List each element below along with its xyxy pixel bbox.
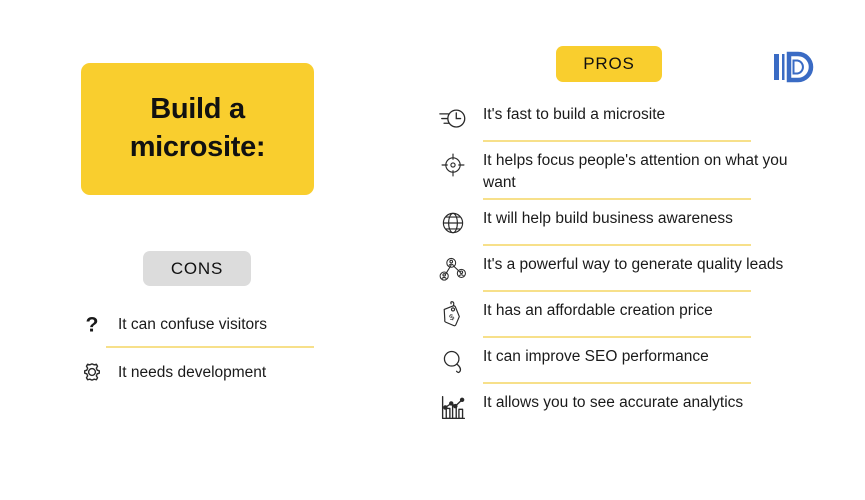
list-item: It's a powerful way to generate quality … (437, 251, 797, 285)
cons-list: ? It can confuse visitors It needs devel… (78, 310, 340, 392)
fast-clock-icon (437, 103, 469, 135)
page-title: Build a microsite: (129, 93, 266, 163)
pros-badge: PROS (556, 46, 662, 82)
list-item: It will help build business awareness (437, 205, 797, 239)
list-item-label: It's fast to build a microsite (483, 106, 666, 123)
target-crosshair-icon (437, 149, 469, 181)
people-network-icon (437, 253, 469, 285)
list-item-label: It has an affordable creation price (483, 302, 713, 320)
list-item-label: It allows you to see accurate analytics (483, 394, 744, 412)
pros-badge-label: PROS (583, 54, 635, 73)
bar-chart-icon (437, 391, 469, 423)
left-column: Build a microsite: CONS ? It can confuse… (0, 0, 400, 500)
list-item-label: It's a powerful way to generate quality … (483, 256, 784, 274)
list-item: ? It can confuse visitors (78, 310, 340, 344)
gear-icon (78, 358, 106, 386)
price-tag-icon: $ (437, 299, 469, 331)
list-divider (483, 244, 751, 247)
list-divider (483, 336, 751, 339)
list-divider (483, 290, 751, 293)
list-item: It can improve SEO performance (437, 343, 797, 377)
list-divider (106, 346, 314, 348)
list-item-label: It needs development (118, 364, 267, 381)
right-column: PROS It's fast to build a microsite It h… (425, 0, 865, 500)
pros-list: It's fast to build a microsite It helps … (437, 101, 797, 423)
cons-badge-label: CONS (170, 258, 224, 278)
list-item: It allows you to see accurate analytics (437, 389, 797, 423)
magnifier-icon (437, 345, 469, 377)
question-mark-icon: ? (78, 310, 106, 338)
list-item-label: It can confuse visitors (118, 316, 268, 333)
list-item: It helps focus people's attention on wha… (437, 147, 797, 193)
list-item: It's fast to build a microsite (437, 101, 797, 135)
cons-badge: CONS (143, 251, 251, 286)
list-item: $ It has an affordable creation price (437, 297, 797, 331)
list-item-label: It will help build business awareness (483, 210, 733, 228)
list-item-label: It can improve SEO performance (483, 348, 709, 366)
svg-text:?: ? (86, 313, 99, 336)
list-divider (483, 140, 751, 142)
list-divider (483, 198, 751, 201)
list-item: It needs development (78, 358, 340, 392)
title-card: Build a microsite: (81, 63, 314, 195)
list-divider (483, 382, 751, 385)
svg-text:$: $ (447, 312, 455, 322)
globe-icon (437, 207, 469, 239)
list-item-label: It helps focus people's attention on wha… (483, 152, 788, 191)
